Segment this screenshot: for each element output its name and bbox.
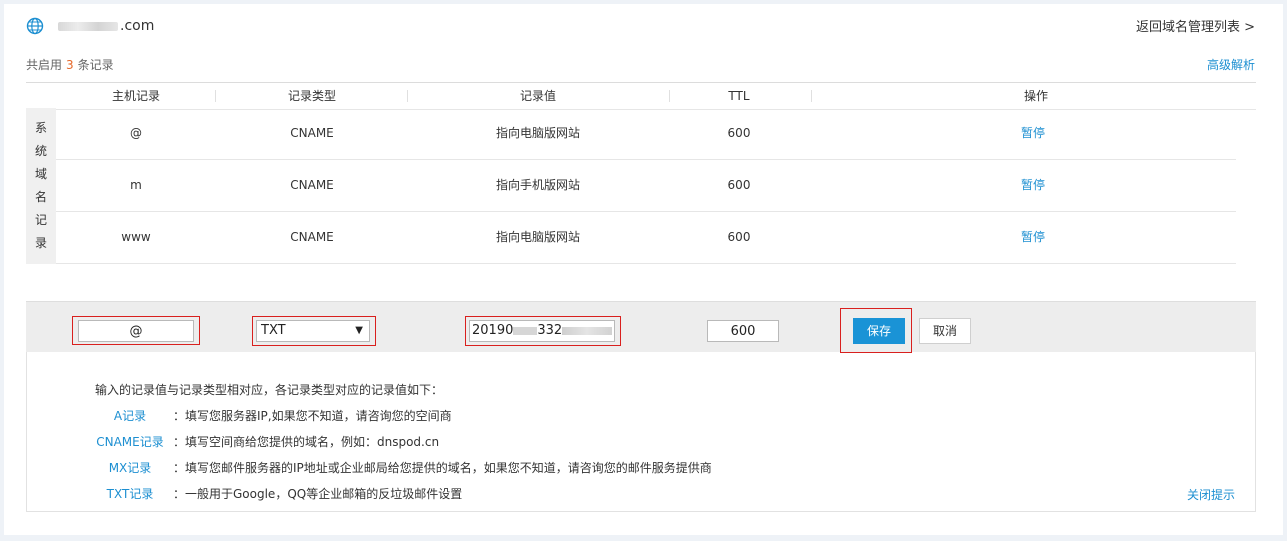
column-divider [407, 90, 408, 102]
record-type-selected: TXT [261, 323, 286, 338]
hint-desc: ：填写空间商给您提供的域名，例如：dnspod.cn [173, 435, 440, 449]
column-divider [669, 90, 670, 102]
domain-name: .com [120, 18, 155, 34]
hint-line: CNAME记录 ：填写空间商给您提供的域名，例如：dnspod.cn [87, 433, 439, 450]
group-label-char: 系 [34, 121, 47, 135]
group-label-char: 统 [34, 144, 47, 158]
dropdown-arrow-icon: ▼ [355, 325, 363, 336]
hint-type: TXT记录 [106, 487, 154, 501]
ttl-input[interactable] [707, 320, 779, 342]
record-count: 3 [66, 58, 74, 72]
cell-host: @ [130, 126, 142, 140]
column-header-value: 记录值 [519, 89, 556, 103]
domain-header: .com [26, 14, 154, 38]
hint-line: TXT记录 ：一般用于Google，QQ等企业邮箱的反垃圾邮件设置 [87, 485, 463, 502]
column-divider [215, 90, 216, 102]
redacted-text [513, 326, 538, 335]
domain-name-redacted [58, 21, 118, 31]
hint-type: CNAME记录 [96, 435, 164, 449]
host-record-input[interactable] [78, 320, 194, 342]
table-row: www CNAME 指向电脑版网站 600 暂停 [56, 212, 1236, 264]
pause-link[interactable]: 暂停 [993, 160, 1073, 211]
column-header-ttl: TTL [728, 89, 750, 103]
cell-ttl: 600 [727, 126, 751, 140]
record-type-select[interactable]: TXT ▼ [256, 320, 370, 342]
record-value-input[interactable]: 20190 332 [469, 320, 615, 342]
record-value-prefix: 20190 [472, 323, 514, 338]
group-label-char: 域 [34, 167, 47, 181]
cell-value: 指向电脑版网站 [495, 126, 580, 140]
dns-records-panel: .com 返回域名管理列表 > 共启用 3 条记录 高级解析 主机记录 记录类型 记… [4, 4, 1283, 535]
record-rows: @ CNAME 指向电脑版网站 600 暂停 m CNAME 指向手机版网站 6… [56, 108, 1236, 264]
record-value-mid: 332 [537, 323, 563, 338]
hint-line: MX记录 ：填写您邮件服务器的IP地址或企业邮局给您提供的域名，如果您不知道，请咨… [87, 459, 712, 476]
system-records-group-label: 系 统 域 名 记 录 [26, 108, 56, 264]
hint-type: MX记录 [108, 461, 152, 475]
cell-value: 指向手机版网站 [495, 178, 580, 192]
back-to-domain-list-link[interactable]: 返回域名管理列表 > [1136, 16, 1255, 35]
summary-suffix: 条记录 [77, 58, 114, 72]
hint-desc: ：一般用于Google，QQ等企业邮箱的反垃圾邮件设置 [173, 487, 463, 501]
redacted-text [562, 326, 613, 335]
cell-host: m [130, 178, 142, 192]
cell-host: www [121, 230, 151, 244]
column-divider [811, 90, 812, 102]
group-label-char: 记 [34, 213, 47, 227]
table-row: m CNAME 指向手机版网站 600 暂停 [56, 160, 1236, 212]
new-record-edit-bar: TXT ▼ 20190 332 保存 取消 [26, 301, 1256, 353]
cell-ttl: 600 [727, 178, 751, 192]
save-button[interactable]: 保存 [853, 318, 905, 344]
column-header-host: 主机记录 [111, 89, 160, 103]
table-row: @ CNAME 指向电脑版网站 600 暂停 [56, 108, 1236, 160]
close-hints-link[interactable]: 关闭提示 [1187, 486, 1235, 503]
column-header-type: 记录类型 [287, 89, 336, 103]
cell-value: 指向电脑版网站 [495, 230, 580, 244]
hint-intro: 输入的记录值与记录类型相对应，各记录类型对应的记录值如下： [95, 383, 444, 397]
hint-desc: ：填写您服务器IP,如果您不知道，请咨询您的空间商 [173, 409, 452, 423]
table-header: 主机记录 记录类型 记录值 TTL 操作 [26, 82, 1256, 110]
cell-type: CNAME [290, 230, 334, 244]
globe-icon [26, 17, 44, 35]
cell-type: CNAME [290, 178, 334, 192]
column-header-action: 操作 [1023, 89, 1048, 103]
cancel-button[interactable]: 取消 [919, 318, 971, 344]
cell-ttl: 600 [727, 230, 751, 244]
group-label-char: 名 [34, 190, 47, 204]
cell-type: CNAME [290, 126, 334, 140]
pause-link[interactable]: 暂停 [993, 108, 1073, 159]
hint-desc: ：填写您邮件服务器的IP地址或企业邮局给您提供的域名，如果您不知道，请咨询您的邮… [173, 461, 712, 475]
hint-type: A记录 [113, 409, 147, 423]
record-type-hints: 输入的记录值与记录类型相对应，各记录类型对应的记录值如下： A记录 ：填写您服务器… [26, 352, 1256, 512]
record-summary: 共启用 3 条记录 [26, 56, 114, 73]
hint-line: A记录 ：填写您服务器IP,如果您不知道，请咨询您的空间商 [87, 407, 452, 424]
advanced-dns-link[interactable]: 高级解析 [1207, 56, 1255, 73]
pause-link[interactable]: 暂停 [993, 212, 1073, 263]
group-label-char: 录 [34, 236, 47, 250]
summary-prefix: 共启用 [26, 58, 63, 72]
